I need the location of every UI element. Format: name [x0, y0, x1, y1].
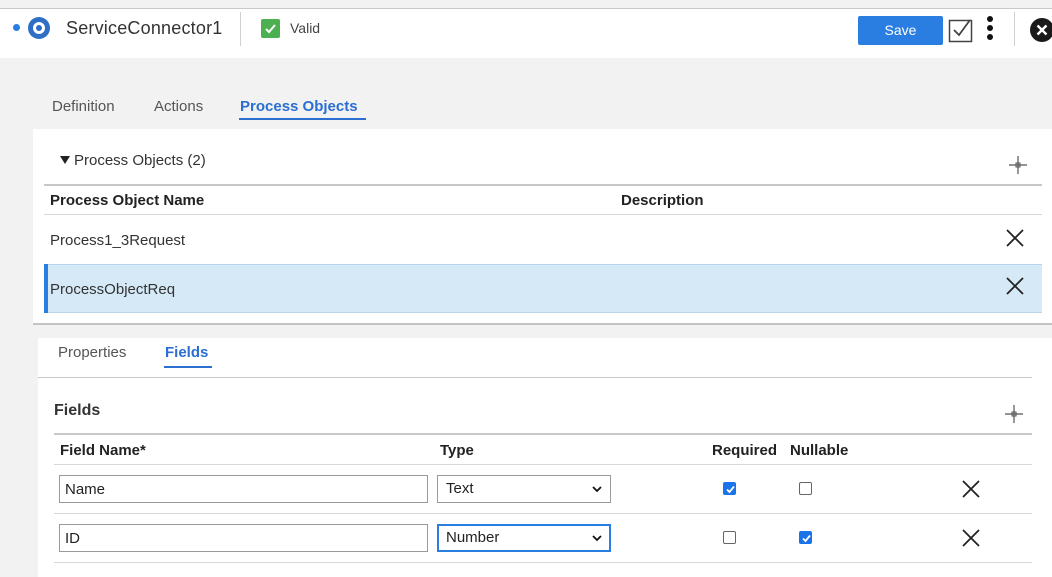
- close-icon[interactable]: [962, 529, 980, 547]
- close-icon[interactable]: [1006, 229, 1024, 247]
- type-select-value: Text: [446, 480, 474, 497]
- selected-row-indicator: [44, 264, 48, 313]
- page-title: ServiceConnector1: [66, 18, 223, 38]
- chevron-down-icon: [592, 535, 602, 542]
- row-divider: [44, 214, 1042, 215]
- row-divider: [54, 464, 1032, 465]
- type-select[interactable]: Text: [437, 475, 611, 503]
- type-select-value: Number: [446, 529, 500, 546]
- column-header-process-object-name: Process Object Name: [50, 192, 205, 209]
- review-icon[interactable]: [948, 16, 974, 44]
- table-header-rule: [54, 433, 1032, 435]
- required-checkbox[interactable]: [723, 531, 736, 544]
- tab-definition[interactable]: Definition: [52, 98, 115, 115]
- header-divider: [240, 12, 241, 46]
- plus-icon[interactable]: [1003, 403, 1025, 425]
- fields-section-title: Fields: [54, 402, 101, 419]
- unsaved-indicator-dot: [13, 24, 20, 31]
- row-divider: [54, 513, 1032, 514]
- chevron-down-icon: [592, 486, 602, 493]
- close-icon[interactable]: [962, 480, 980, 498]
- caret-down-icon: [60, 156, 70, 164]
- column-header-required: Required: [712, 442, 778, 459]
- header-divider: [1014, 12, 1015, 46]
- column-header-nullable: Nullable: [790, 442, 849, 459]
- process-object-name[interactable]: ProcessObjectReq: [50, 281, 175, 298]
- nullable-checkbox[interactable]: [799, 482, 812, 495]
- tab-fields[interactable]: Fields: [165, 344, 208, 361]
- field-name-input[interactable]: [59, 475, 428, 503]
- active-tab-indicator: [239, 118, 366, 120]
- plus-icon[interactable]: [1007, 154, 1029, 176]
- subtab-divider: [38, 377, 1032, 378]
- active-subtab-indicator: [164, 366, 212, 368]
- validation-status: Valid: [290, 20, 321, 36]
- required-checkbox[interactable]: [723, 482, 736, 495]
- process-objects-section-toggle[interactable]: Process Objects (2): [60, 152, 206, 169]
- process-object-name[interactable]: Process1_3Request: [50, 232, 185, 249]
- tab-actions[interactable]: Actions: [154, 98, 203, 115]
- type-select[interactable]: Number: [437, 524, 611, 552]
- column-header-field-name: Field Name*: [60, 442, 146, 459]
- process-objects-section-title: Process Objects (2): [74, 152, 206, 169]
- tab-process-objects[interactable]: Process Objects: [240, 98, 358, 115]
- close-icon[interactable]: [1006, 277, 1024, 295]
- kebab-icon[interactable]: [983, 14, 997, 44]
- table-row-selected[interactable]: [44, 264, 1042, 313]
- table-header-rule: [44, 184, 1042, 186]
- column-header-type: Type: [440, 442, 474, 459]
- save-button[interactable]: Save: [858, 16, 943, 45]
- field-name-input[interactable]: [59, 524, 428, 552]
- close-circle-icon[interactable]: [1030, 18, 1052, 42]
- nullable-checkbox[interactable]: [799, 531, 812, 544]
- check-icon: [261, 19, 280, 38]
- tab-properties[interactable]: Properties: [58, 344, 126, 361]
- column-header-description: Description: [621, 192, 704, 209]
- row-divider: [54, 562, 1032, 563]
- settings-icon: [28, 17, 50, 39]
